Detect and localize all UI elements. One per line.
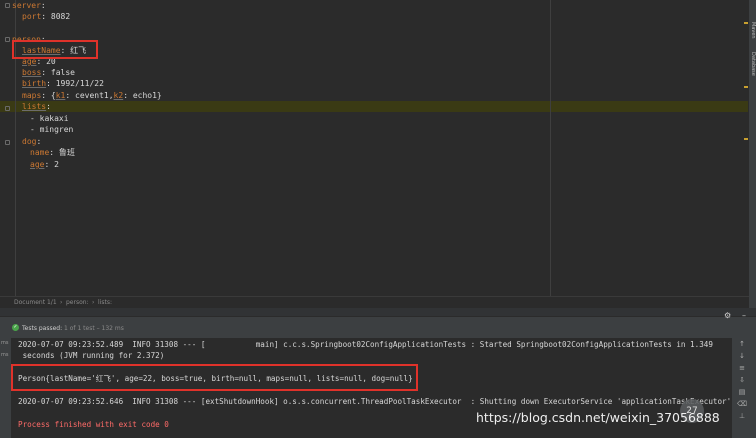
fold-icon[interactable]	[5, 106, 10, 111]
right-margin-guide	[550, 0, 551, 296]
yaml-key: dog	[22, 137, 37, 146]
yaml-value: 8082	[50, 12, 71, 21]
yaml-key: age	[30, 160, 45, 169]
arrow-up-icon[interactable]: ↑	[737, 340, 747, 348]
code-line[interactable]: - mingren	[30, 124, 73, 135]
code-line[interactable]: lists:	[22, 101, 51, 112]
yaml-key: port	[22, 12, 42, 21]
panel-divider[interactable]	[0, 308, 756, 316]
annotation-box	[11, 364, 418, 391]
console-line: 2020-07-07 09:23:52.646 INFO 31308 --- […	[18, 397, 732, 406]
yaml-key: birth	[22, 79, 47, 88]
chevron-right-icon: ›	[92, 299, 95, 306]
yaml-value: mingren	[39, 125, 74, 134]
code-line[interactable]: age: 2	[30, 159, 59, 170]
yaml-key: name	[30, 148, 50, 157]
right-tool-strip: Maven Database	[748, 0, 756, 318]
breadcrumb-item-lists[interactable]: lists:	[98, 299, 112, 306]
test-duration[interactable]: ms	[1, 352, 8, 358]
yaml-key: boss	[22, 68, 42, 77]
yaml-key: maps	[22, 91, 42, 100]
tests-count: 1 of 1 test – 132 ms	[64, 325, 124, 332]
yaml-key: server	[12, 1, 41, 10]
chevron-right-icon: ›	[60, 299, 63, 306]
yaml-value: 2	[54, 160, 59, 169]
fold-icon[interactable]	[5, 140, 10, 145]
tests-status: Tests passed: 1 of 1 test – 132 ms	[22, 325, 124, 332]
yaml-value: cevent1	[75, 91, 109, 100]
current-line-highlight	[0, 101, 749, 112]
breadcrumb-item-person[interactable]: person:	[66, 299, 89, 306]
test-duration[interactable]: ms	[1, 340, 8, 346]
yaml-value: 鲁班	[58, 148, 75, 157]
fold-icon[interactable]	[5, 3, 10, 8]
console-line: Process finished with exit code 0	[18, 420, 169, 429]
test-tree-strip: ms ms	[0, 338, 11, 438]
code-line[interactable]: birth: 1992/11/22	[22, 78, 104, 89]
yaml-value: echo1	[132, 91, 157, 100]
pin-icon[interactable]: ⊥	[737, 412, 747, 420]
code-line[interactable]: server:	[12, 0, 46, 11]
console-line: seconds (JVM running for 2.372)	[18, 351, 165, 360]
yaml-key: lists	[22, 102, 47, 111]
check-icon: ✓	[12, 324, 19, 331]
yaml-key: k2	[113, 91, 124, 100]
gear-icon[interactable]: ⚙	[724, 311, 731, 320]
yaml-key: k1	[55, 91, 66, 100]
code-line[interactable]: - kakaxi	[30, 113, 69, 124]
code-line[interactable]: port: 8082	[22, 11, 70, 22]
test-results-header: ⚙ – ✓ Tests passed: 1 of 1 test – 132 ms	[0, 311, 756, 339]
code-line[interactable]: boss: false	[22, 67, 75, 78]
yaml-value: false	[50, 68, 75, 77]
console-toolbar: ↑ ↓ ≡ ⇩ ▤ ⌫ ⊥	[732, 338, 756, 438]
yaml-value: kakaxi	[39, 114, 69, 123]
minimize-icon[interactable]: –	[742, 311, 746, 320]
yaml-value: 1992/11/22	[55, 79, 104, 88]
fold-icon[interactable]	[5, 37, 10, 42]
clear-icon[interactable]: ⌫	[737, 400, 747, 408]
code-line[interactable]: name: 鲁班	[30, 147, 75, 158]
document-indicator: Document 1/1	[14, 299, 57, 306]
tests-passed-label: Tests passed:	[22, 325, 63, 332]
annotation-box	[12, 40, 98, 59]
scroll-to-end-icon[interactable]: ⇩	[737, 376, 747, 384]
soft-wrap-icon[interactable]: ≡	[737, 364, 747, 372]
yaml-editor[interactable]: server: port: 8082 person: lastName: 红飞 …	[0, 0, 749, 296]
arrow-down-icon[interactable]: ↓	[737, 352, 747, 360]
code-line[interactable]: maps: {k1: cevent1,k2: echo1}	[22, 90, 162, 101]
code-line[interactable]: dog:	[22, 136, 41, 147]
watermark: https://blog.csdn.net/weixin_37056888	[476, 410, 720, 425]
database-tab[interactable]: Database	[749, 52, 756, 76]
print-icon[interactable]: ▤	[737, 388, 747, 396]
maven-tab[interactable]: Maven	[749, 22, 756, 39]
